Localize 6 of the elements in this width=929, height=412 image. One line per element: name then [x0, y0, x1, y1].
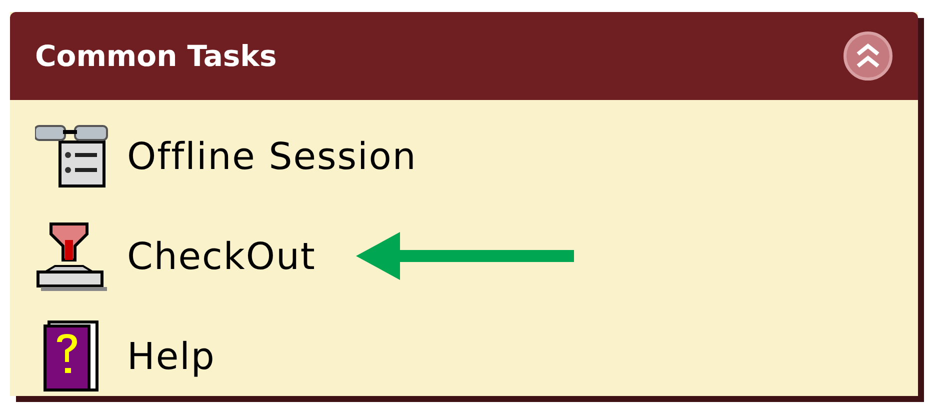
task-link[interactable]: Offline Session: [127, 134, 417, 178]
task-link[interactable]: Help: [127, 334, 216, 378]
collapse-button[interactable]: [842, 30, 894, 82]
pane-title: Common Tasks: [35, 39, 277, 73]
task-link[interactable]: CheckOut: [127, 234, 316, 278]
stamp-icon: [35, 220, 109, 292]
